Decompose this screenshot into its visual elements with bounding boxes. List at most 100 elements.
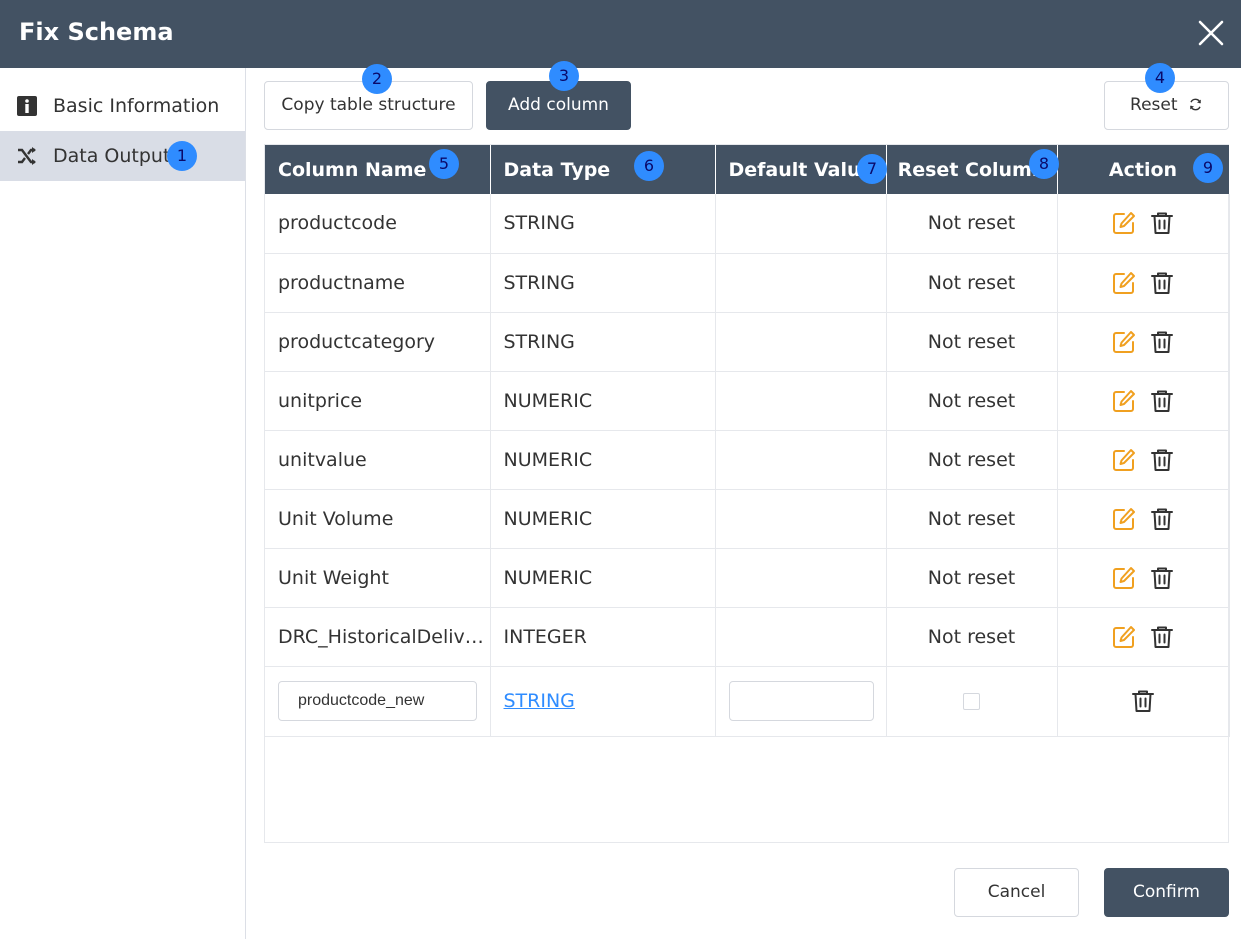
sidebar-item-basic-information[interactable]: Basic Information (0, 81, 245, 131)
cell-data-type: STRING (490, 666, 716, 737)
edit-icon[interactable] (1111, 270, 1137, 296)
cell-action (1057, 312, 1230, 372)
trash-icon[interactable] (1149, 388, 1175, 414)
table-row: unitprice NUMERIC Not reset (265, 371, 1230, 431)
cell-data-type: NUMERIC (490, 489, 716, 549)
cell-default-value (715, 489, 887, 549)
annotation-badge: 6 (634, 151, 664, 181)
cell-reset-column: Not reset (886, 194, 1058, 254)
cell-data-type: NUMERIC (490, 548, 716, 608)
cell-default-value (715, 312, 887, 372)
cell-action (1057, 371, 1230, 431)
column-header-data-type: Data Type (490, 145, 716, 194)
cell-data-type: INTEGER (490, 607, 716, 667)
info-icon (17, 96, 37, 116)
trash-icon[interactable] (1149, 506, 1175, 532)
sidebar: Basic Information Data Output (0, 68, 246, 939)
table-row: productcode STRING Not reset (265, 194, 1230, 254)
table-header-row: Column Name Data Type Default Value Rese… (265, 145, 1230, 194)
sidebar-item-label: Data Output (53, 145, 171, 167)
table-row: Unit Volume NUMERIC Not reset (265, 489, 1230, 549)
trash-icon[interactable] (1149, 447, 1175, 473)
shuffle-icon (18, 147, 36, 165)
cell-default-value (715, 666, 887, 737)
confirm-button[interactable]: Confirm (1104, 868, 1229, 917)
edit-icon[interactable] (1111, 447, 1137, 473)
cell-default-value (715, 430, 887, 490)
cell-data-type: NUMERIC (490, 430, 716, 490)
new-column-name-input[interactable] (278, 681, 477, 721)
cell-data-type: STRING (490, 312, 716, 372)
table-row: productname STRING Not reset (265, 253, 1230, 313)
annotation-badge: 9 (1193, 153, 1223, 183)
edit-icon[interactable] (1111, 329, 1137, 355)
cell-default-value (715, 548, 887, 608)
cell-reset-column (886, 666, 1058, 737)
close-icon[interactable] (1197, 19, 1225, 47)
edit-icon[interactable] (1111, 565, 1137, 591)
cell-reset-column: Not reset (886, 548, 1058, 608)
edit-icon[interactable] (1111, 506, 1137, 532)
edit-icon[interactable] (1111, 210, 1137, 236)
refresh-icon (1190, 98, 1201, 111)
cell-data-type: STRING (490, 194, 716, 254)
dialog-title: Fix Schema (19, 18, 174, 46)
cell-action (1057, 607, 1230, 667)
cell-default-value (715, 253, 887, 313)
cell-data-type: STRING (490, 253, 716, 313)
cell-column-name (265, 666, 491, 737)
cell-default-value (715, 371, 887, 431)
cell-column-name: Unit Volume (265, 489, 491, 549)
cell-column-name: Unit Weight (265, 548, 491, 608)
dialog-header: Fix Schema (0, 0, 1241, 68)
trash-icon[interactable] (1149, 210, 1175, 236)
cell-column-name: unitvalue (265, 430, 491, 490)
annotation-badge: 8 (1029, 149, 1059, 179)
annotation-badge: 2 (362, 64, 392, 94)
trash-icon[interactable] (1130, 688, 1156, 714)
cell-default-value (715, 607, 887, 667)
cell-action (1057, 430, 1230, 490)
cell-reset-column: Not reset (886, 607, 1058, 667)
new-column-row: STRING (265, 666, 1230, 737)
sidebar-item-data-output[interactable]: Data Output (0, 131, 245, 181)
cell-default-value (715, 194, 887, 254)
cell-action (1057, 666, 1230, 737)
trash-icon[interactable] (1149, 565, 1175, 591)
annotation-badge: 3 (549, 61, 579, 91)
trash-icon[interactable] (1149, 624, 1175, 650)
data-type-link[interactable]: STRING (504, 690, 575, 712)
annotation-badge: 1 (167, 141, 197, 171)
annotation-badge: 7 (857, 154, 887, 184)
cell-column-name: unitprice (265, 371, 491, 431)
cell-column-name: productname (265, 253, 491, 313)
cell-reset-column: Not reset (886, 430, 1058, 490)
sidebar-item-label: Basic Information (53, 95, 220, 117)
cell-data-type: NUMERIC (490, 371, 716, 431)
cell-column-name: DRC_HistoricalDeliver... (265, 607, 491, 667)
schema-table: Column Name Data Type Default Value Rese… (264, 144, 1230, 843)
cell-reset-column: Not reset (886, 489, 1058, 549)
cell-column-name: productcode (265, 194, 491, 254)
cell-reset-column: Not reset (886, 371, 1058, 431)
table-row: Unit Weight NUMERIC Not reset (265, 548, 1230, 608)
table-row: productcategory STRING Not reset (265, 312, 1230, 372)
cell-action (1057, 194, 1230, 254)
annotation-badge: 5 (429, 149, 459, 179)
cell-action (1057, 548, 1230, 608)
annotation-badge: 4 (1145, 63, 1175, 93)
reset-button-label: Reset (1130, 95, 1178, 115)
reset-column-checkbox[interactable] (963, 693, 980, 710)
default-value-input[interactable] (728, 681, 874, 721)
cell-reset-column: Not reset (886, 312, 1058, 372)
trash-icon[interactable] (1149, 329, 1175, 355)
cell-column-name: productcategory (265, 312, 491, 372)
cell-action (1057, 253, 1230, 313)
edit-icon[interactable] (1111, 624, 1137, 650)
edit-icon[interactable] (1111, 388, 1137, 414)
cell-action (1057, 489, 1230, 549)
cell-reset-column: Not reset (886, 253, 1058, 313)
trash-icon[interactable] (1149, 270, 1175, 296)
cancel-button[interactable]: Cancel (954, 868, 1079, 917)
table-row: DRC_HistoricalDeliver... INTEGER Not reset (265, 607, 1230, 667)
